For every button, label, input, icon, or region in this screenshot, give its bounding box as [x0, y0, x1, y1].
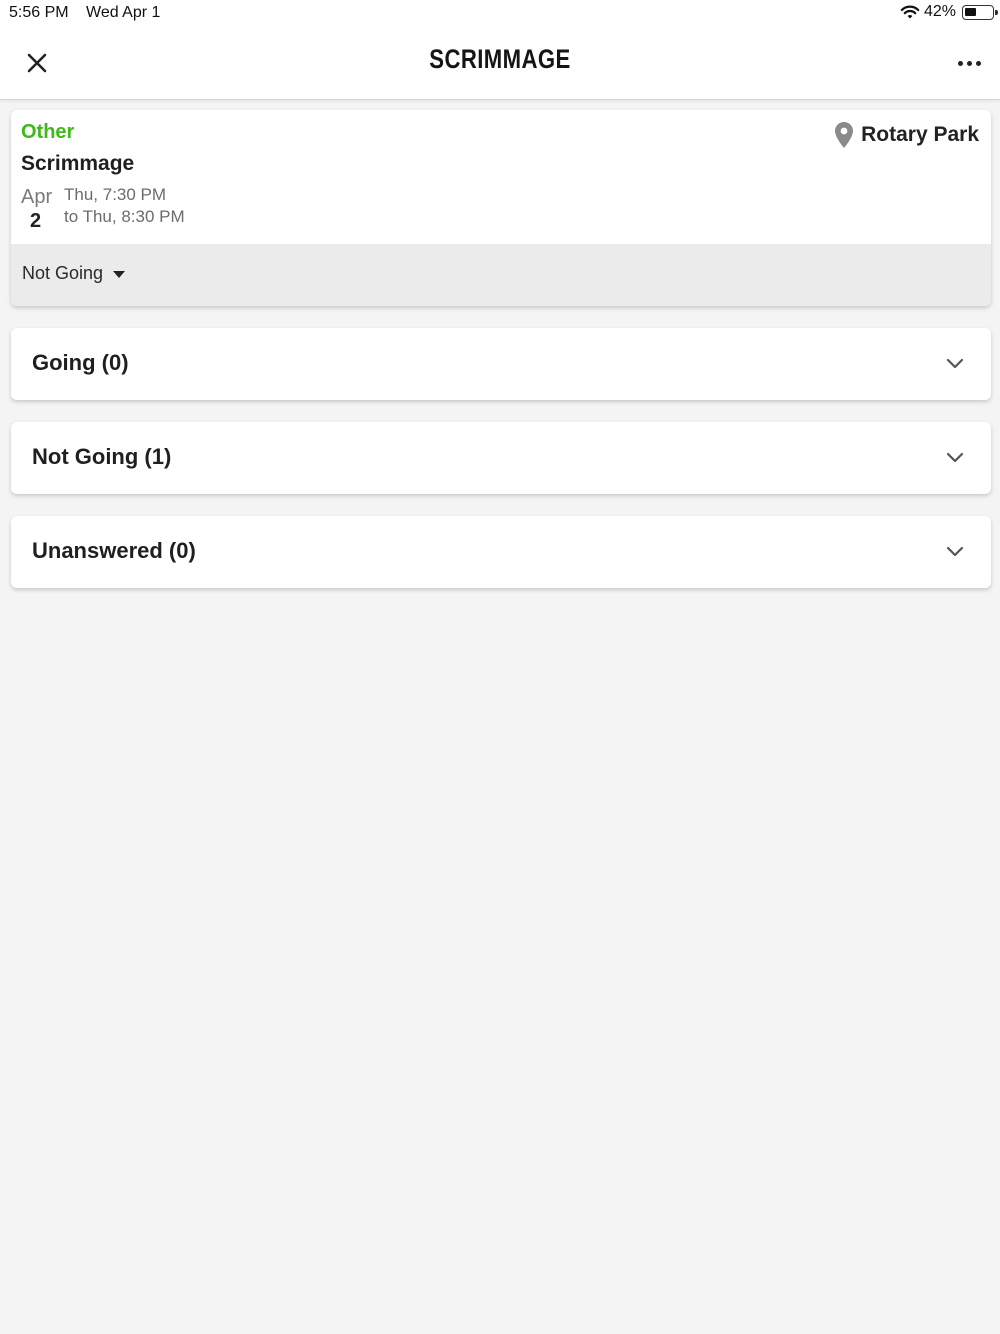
rsvp-bar: Not Going: [11, 244, 991, 306]
section-unanswered[interactable]: Unanswered (0): [11, 516, 991, 588]
event-month: Apr: [21, 186, 53, 208]
chevron-down-icon: [946, 546, 964, 557]
location-label: Rotary Park: [861, 123, 979, 146]
event-end-time: to Thu, 8:30 PM: [64, 207, 185, 226]
more-dot-icon: [957, 60, 963, 66]
battery-icon: [962, 4, 998, 20]
event-day: 2: [30, 210, 42, 232]
section-not-going[interactable]: Not Going (1): [11, 422, 991, 494]
status-time: 5:56 PM: [9, 4, 69, 21]
close-icon: [27, 53, 47, 73]
status-right: 42%: [900, 3, 998, 21]
wifi-icon: [900, 5, 920, 19]
close-button[interactable]: [20, 46, 54, 80]
section-label: Unanswered (0): [32, 538, 196, 563]
status-date: Wed Apr 1: [86, 4, 161, 21]
page-title: SCRIMMAGE: [429, 44, 571, 74]
event-start-time: Thu, 7:30 PM: [64, 185, 167, 204]
event-card: Other Scrimmage Apr 2 Thu, 7:30 PM to Th…: [11, 110, 991, 306]
rsvp-dropdown[interactable]: Not Going: [22, 263, 126, 284]
section-label: Not Going (1): [32, 444, 172, 469]
battery-percent: 42%: [923, 3, 956, 20]
caret-down-icon: [113, 271, 126, 278]
top-bar: 5:56 PM Wed Apr 1 42% SCRIMMAGE: [0, 0, 1000, 100]
event-name: Scrimmage: [21, 152, 135, 175]
section-going[interactable]: Going (0): [11, 328, 991, 400]
chevron-down-icon: [946, 452, 964, 463]
status-bar: 5:56 PM Wed Apr 1 42%: [0, 0, 1000, 28]
map-pin-icon: [835, 122, 854, 148]
more-dot-icon: [975, 60, 981, 66]
event-location[interactable]: Rotary Park: [835, 122, 979, 148]
event-type: Other: [21, 121, 75, 143]
chevron-down-icon: [946, 358, 964, 369]
section-label: Going (0): [32, 350, 129, 375]
more-options-button[interactable]: [954, 50, 984, 76]
more-dot-icon: [966, 60, 972, 66]
rsvp-value: Not Going: [22, 263, 104, 283]
